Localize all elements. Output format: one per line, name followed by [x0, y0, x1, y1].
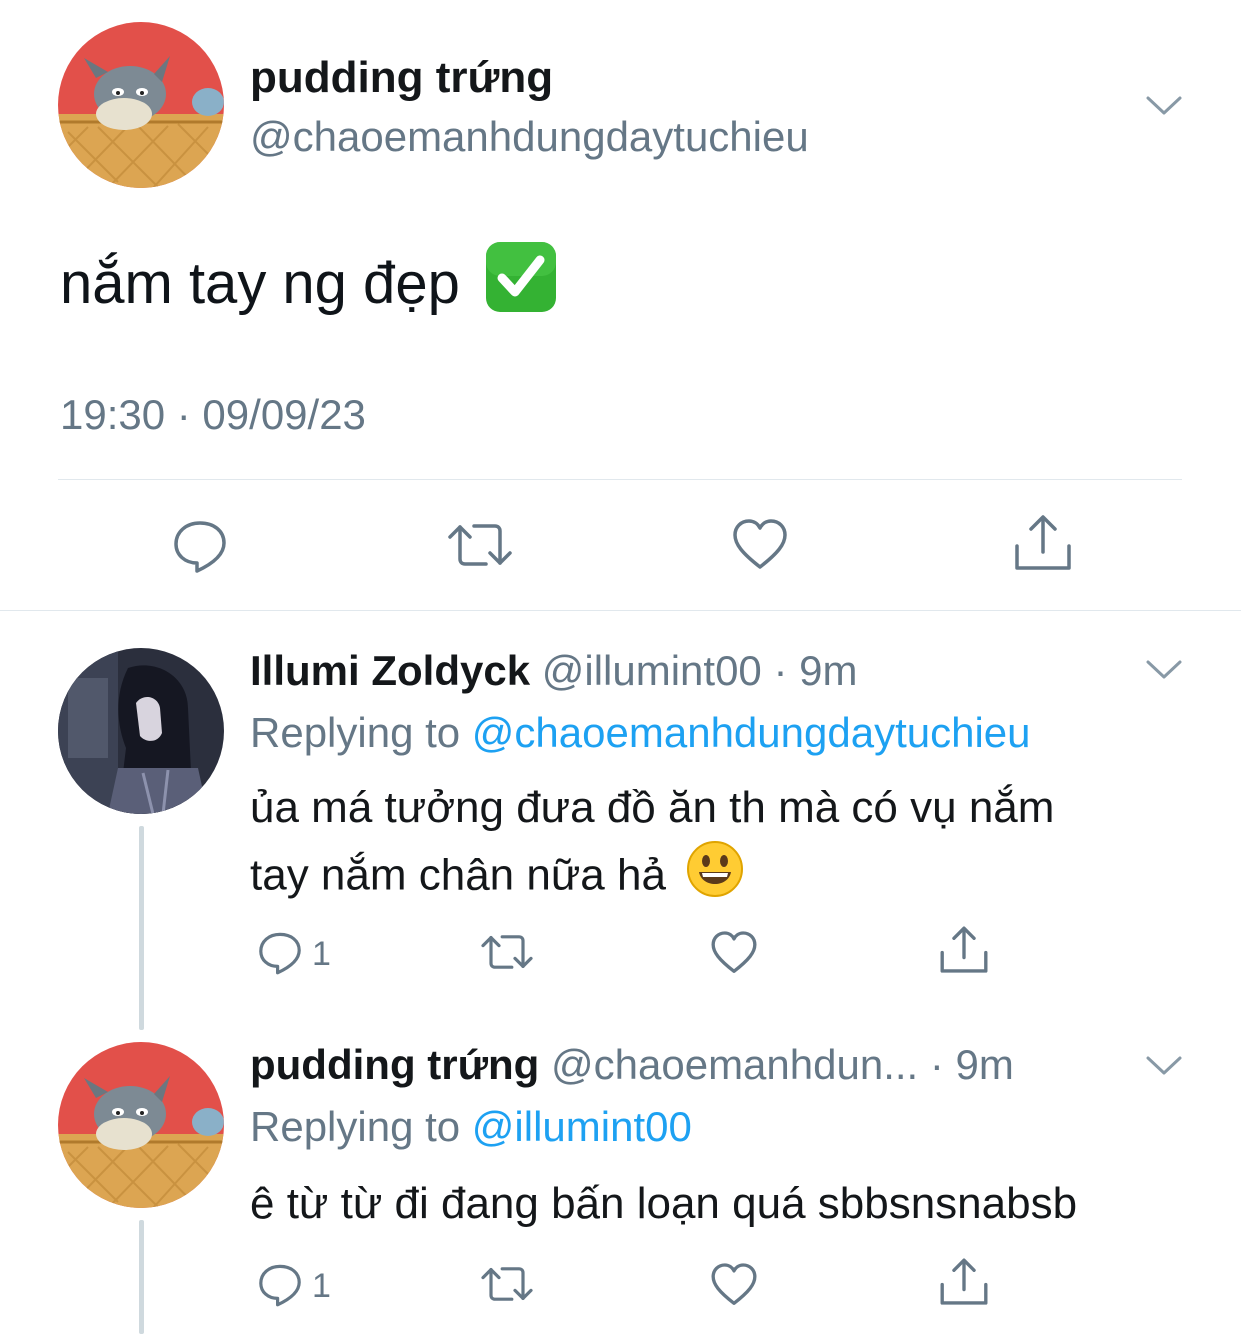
divider: [58, 479, 1182, 480]
share-icon[interactable]: [938, 1256, 990, 1308]
like-heart-icon[interactable]: [730, 515, 790, 575]
avatar[interactable]: [58, 22, 224, 188]
user-handle[interactable]: @chaoemanhdun...: [551, 1041, 918, 1088]
check-mark-button-emoji: [484, 240, 558, 335]
thread-line: [139, 1220, 144, 1334]
reply-count: 1: [312, 935, 331, 973]
replying-to-link[interactable]: @chaoemanhdungdaytuchieu: [472, 709, 1031, 756]
reply-icon[interactable]: [170, 515, 230, 575]
avatar[interactable]: [58, 648, 224, 814]
replying-to: Replying to @chaoemanhdungdaytuchieu: [250, 708, 1031, 758]
reply-time[interactable]: · 9m: [773, 647, 857, 694]
reply-time[interactable]: · 9m: [930, 1041, 1014, 1088]
chevron-down-icon[interactable]: [1144, 658, 1184, 682]
replying-to: Replying to @illumint00: [250, 1102, 692, 1152]
avatar[interactable]: [58, 1042, 224, 1208]
user-handle[interactable]: @chaoemanhdungdaytuchieu: [250, 112, 809, 162]
reply-icon[interactable]: [256, 928, 304, 976]
tweet-text: nắm tay ng đẹp: [60, 240, 558, 335]
retweet-icon[interactable]: [444, 515, 516, 575]
tweet-timestamp[interactable]: 19:30 · 09/09/23: [60, 390, 366, 440]
reply-icon[interactable]: [256, 1260, 304, 1308]
chevron-down-icon[interactable]: [1144, 1054, 1184, 1078]
display-name[interactable]: Illumi Zoldyck: [250, 647, 530, 694]
chevron-down-icon[interactable]: [1144, 94, 1184, 118]
user-handle[interactable]: @illumint00: [542, 647, 762, 694]
thread-line: [139, 826, 144, 1030]
reply-text: ê từ từ đi đang bấn loạn quá sbbsnsnabsb: [250, 1179, 1078, 1228]
reply-text: ủa má tưởng đưa đồ ăn th mà có vụ nắm ta…: [250, 776, 1054, 916]
tweet-text-body: nắm tay ng đẹp: [60, 250, 460, 316]
display-name[interactable]: pudding trứng: [250, 52, 553, 104]
reply-header: Illumi Zoldyck @illumint00 · 9m: [250, 646, 857, 696]
replying-to-label: Replying to: [250, 1103, 461, 1150]
retweet-icon[interactable]: [478, 1260, 536, 1308]
display-name[interactable]: pudding trứng: [250, 1041, 539, 1088]
like-heart-icon[interactable]: [709, 928, 759, 978]
reply-text-body: tay nắm chân nữa hả: [250, 850, 666, 900]
share-icon[interactable]: [938, 924, 990, 976]
reply-text-line-2: tay nắm chân nữa hả: [250, 840, 1054, 916]
retweet-icon[interactable]: [478, 928, 536, 976]
like-heart-icon[interactable]: [709, 1260, 759, 1310]
reply-header: pudding trứng @chaoemanhdun... · 9m: [250, 1040, 1014, 1090]
share-icon[interactable]: [1012, 512, 1074, 574]
reply-count: 1: [312, 1267, 331, 1305]
replying-to-link[interactable]: @illumint00: [472, 1103, 692, 1150]
smiley-emoji: [686, 840, 744, 916]
section-divider: [0, 610, 1241, 611]
replying-to-label: Replying to: [250, 709, 461, 756]
reply-text-line: ủa má tưởng đưa đồ ăn th mà có vụ nắm: [250, 783, 1055, 832]
